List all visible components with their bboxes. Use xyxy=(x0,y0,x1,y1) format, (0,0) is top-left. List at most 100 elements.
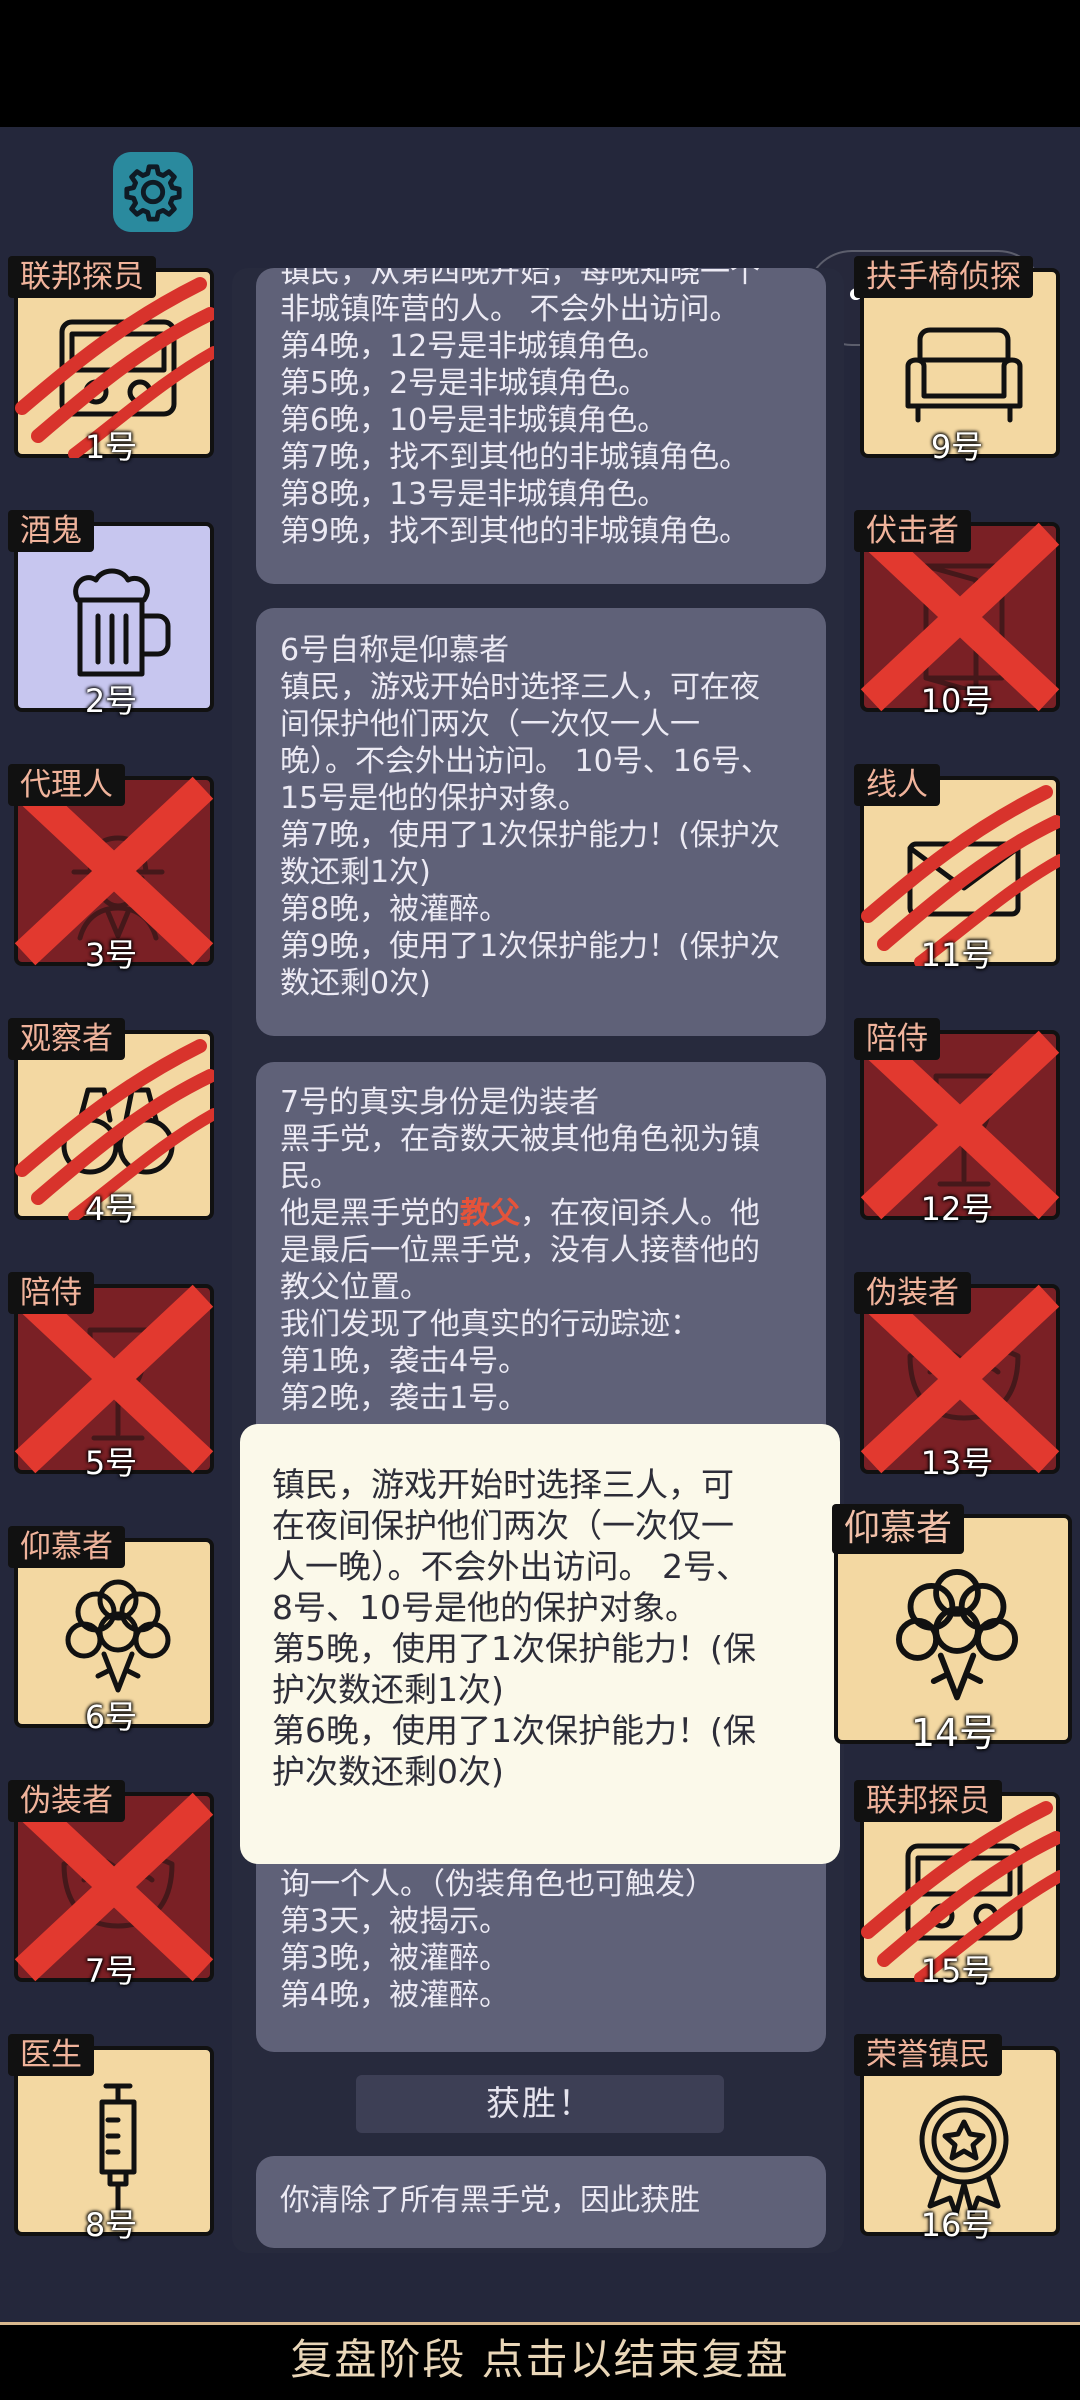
end-review-button[interactable]: 复盘阶段 点击以结束复盘 xyxy=(0,2322,1080,2400)
log-line: 15号是他的保护对象。 xyxy=(280,781,589,816)
log-line: 第8晚，13号是非城镇角色。 xyxy=(280,477,668,512)
log-entry-detective: 镇民，从第四晚开始，每晚知晓一个 非城镇阵营的人。 不会外出访问。 第4晚，12… xyxy=(256,268,826,584)
log-line: 第1晚，袭击4号。 xyxy=(280,1344,529,1379)
role-label: 陪侍 xyxy=(854,1018,940,1060)
player-card-2号[interactable]: 酒鬼 2号 xyxy=(8,510,214,720)
player-number: 10号 xyxy=(920,682,994,720)
log-line: 镇民，从第四晚开始，每晚知晓一个 xyxy=(280,268,760,290)
log-line: 教父位置。 xyxy=(280,1270,430,1305)
log-line: 黑手党，在奇数天被其他角色视为镇 xyxy=(280,1122,760,1157)
player-card-15号[interactable]: 联邦探员 15号 xyxy=(854,1780,1066,1990)
role-label: 观察者 xyxy=(8,1018,125,1060)
role-label: 伏击者 xyxy=(854,510,971,552)
player-number: 2号 xyxy=(84,682,138,720)
log-line: 第9晚，使用了1次保护能力！(保护次 xyxy=(280,929,780,964)
role-label: 医生 xyxy=(8,2034,94,2076)
status-bar-area xyxy=(0,0,1080,127)
log-line: 非城镇阵营的人。 不会外出访问。 xyxy=(280,292,740,327)
log-line: 第3天，被揭示。 xyxy=(280,1904,510,1939)
tooltip-line: 护次数还剩0次) xyxy=(272,1752,504,1791)
player-number: 5号 xyxy=(84,1444,138,1482)
result-text: 你清除了所有黑手党，因此获胜 xyxy=(280,2183,700,2218)
log-line: 第7晚，使用了1次保护能力！(保护次 xyxy=(280,818,780,853)
role-label: 伪装者 xyxy=(8,1780,125,1822)
log-line: 是最后一位黑手党，没有人接替他的 xyxy=(280,1233,760,1268)
player-card-10号[interactable]: 伏击者 10号 xyxy=(854,510,1060,720)
wine-glass-icon xyxy=(933,1073,995,1187)
log-line: 他是黑手党的教父，在夜间杀人。他 xyxy=(280,1195,802,1232)
log-line: 晚）。不会外出访问。 10号、16号、 xyxy=(280,744,771,779)
medal-icon xyxy=(919,2095,1009,2214)
log-line: 数还剩0次) xyxy=(280,966,431,1001)
tooltip-line: 第6晚，使用了1次保护能力！(保 xyxy=(272,1711,756,1750)
player-card-1号[interactable]: 联邦探员 1号 xyxy=(8,256,220,466)
log-line: 第7晚，找不到其他的非城镇角色。 xyxy=(280,440,750,475)
highlight-godfather: 教父 xyxy=(460,1196,520,1231)
player-number: 11号 xyxy=(920,936,994,974)
player-card-3号[interactable]: 代理人 3号 xyxy=(8,764,214,974)
player-card-11号[interactable]: 线人 11号 xyxy=(854,764,1066,974)
log-line: 询一个人。（伪装角色也可触发） xyxy=(280,1867,715,1902)
role-label: 联邦探员 xyxy=(8,256,156,298)
role-label: 陪侍 xyxy=(8,1272,94,1314)
log-line: 第5晚，2号是非城镇角色。 xyxy=(280,366,649,401)
player-number: 12号 xyxy=(920,1190,994,1228)
door-icon xyxy=(923,563,1005,690)
log-line: 民。 xyxy=(280,1159,340,1194)
mask-icon xyxy=(61,1855,175,1929)
agent-hat-icon xyxy=(71,835,165,941)
tooltip-line: 8号、10号是他的保护对象。 xyxy=(272,1588,698,1627)
log-entry-player-6: 6号自称是仰慕者 镇民，游戏开始时选择三人，可在夜 间保护他们两次（一次仅一人一… xyxy=(256,608,826,1036)
flower-bouquet-icon xyxy=(896,1569,1018,1701)
envelope-icon xyxy=(907,841,1021,917)
player-number: 8号 xyxy=(84,2206,138,2244)
wine-glass-icon xyxy=(87,1327,149,1441)
mask-icon xyxy=(907,1347,1021,1421)
player-number: 3号 xyxy=(84,936,138,974)
player-number: 7号 xyxy=(84,1952,138,1990)
settings-button[interactable] xyxy=(113,152,193,232)
player-number: 1号 xyxy=(84,428,138,466)
victory-banner: 获胜！ xyxy=(356,2075,724,2133)
log-line: 第2晚，袭击1号。 xyxy=(280,1381,529,1416)
log-entry-player-7-cont: 询一个人。（伪装角色也可触发） 第3天，被揭示。 第3晚，被灌醉。 第4晚，被灌… xyxy=(256,1846,826,2052)
log-line: 第8晚，被灌醉。 xyxy=(280,892,510,927)
player-number: 13号 xyxy=(920,1444,994,1482)
player-card-7号[interactable]: 伪装者 7号 xyxy=(8,1780,214,1990)
tooltip-line: 镇民，游戏开始时选择三人，可 xyxy=(272,1465,734,1504)
badge-id-icon xyxy=(59,319,177,417)
role-label: 仰慕者 xyxy=(8,1526,125,1568)
review-log-panel[interactable]: 镇民，从第四晚开始，每晚知晓一个 非城镇阵营的人。 不会外出访问。 第4晚，12… xyxy=(232,268,844,2253)
log-line: 数还剩1次) xyxy=(280,855,431,890)
role-label: 伪装者 xyxy=(854,1272,971,1314)
log-text: ，在夜间杀人。他 xyxy=(520,1196,760,1231)
tooltip-line: 第5晚，使用了1次保护能力！(保 xyxy=(272,1629,756,1668)
role-tooltip[interactable]: 镇民，游戏开始时选择三人，可 在夜间保护他们两次（一次仅一 人一晚）。不会外出访… xyxy=(240,1424,840,1864)
player-card-13号[interactable]: 伪装者 13号 xyxy=(854,1272,1060,1482)
role-label: 仰慕者 xyxy=(832,1504,965,1554)
player-number: 15号 xyxy=(920,1952,994,1990)
result-message: 你清除了所有黑手党，因此获胜 xyxy=(256,2156,826,2248)
player-card-14号[interactable]: 仰慕者 14号 xyxy=(832,1504,1076,1755)
log-line: 第6晚，10号是非城镇角色。 xyxy=(280,403,668,438)
log-line: 间保护他们两次（一次仅一人一 xyxy=(280,707,700,742)
player-number: 4号 xyxy=(84,1190,138,1228)
role-label: 扶手椅侦探 xyxy=(854,256,1033,298)
player-card-9号[interactable]: 扶手椅侦探 9号 xyxy=(854,256,1060,466)
player-card-12号[interactable]: 陪侍 12号 xyxy=(854,1018,1060,1228)
log-line: 6号自称是仰慕者 xyxy=(280,633,510,668)
armchair-icon xyxy=(905,327,1023,423)
player-card-16号[interactable]: 荣誉镇民 16号 xyxy=(854,2034,1060,2244)
log-line: 镇民，游戏开始时选择三人，可在夜 xyxy=(280,670,760,705)
role-label: 酒鬼 xyxy=(8,510,94,552)
role-label: 代理人 xyxy=(8,764,125,806)
player-card-5号[interactable]: 陪侍 5号 xyxy=(8,1272,214,1482)
beer-mug-icon xyxy=(73,568,171,677)
player-card-4号[interactable]: 观察者 4号 xyxy=(8,1018,220,1228)
player-number: 9号 xyxy=(930,428,984,466)
player-card-8号[interactable]: 医生 8号 xyxy=(8,2034,214,2244)
player-number: 6号 xyxy=(84,1698,138,1736)
badge-id-icon xyxy=(905,1843,1023,1941)
player-card-6号[interactable]: 仰慕者 6号 xyxy=(8,1526,214,1736)
player-number: 14号 xyxy=(910,1711,998,1755)
